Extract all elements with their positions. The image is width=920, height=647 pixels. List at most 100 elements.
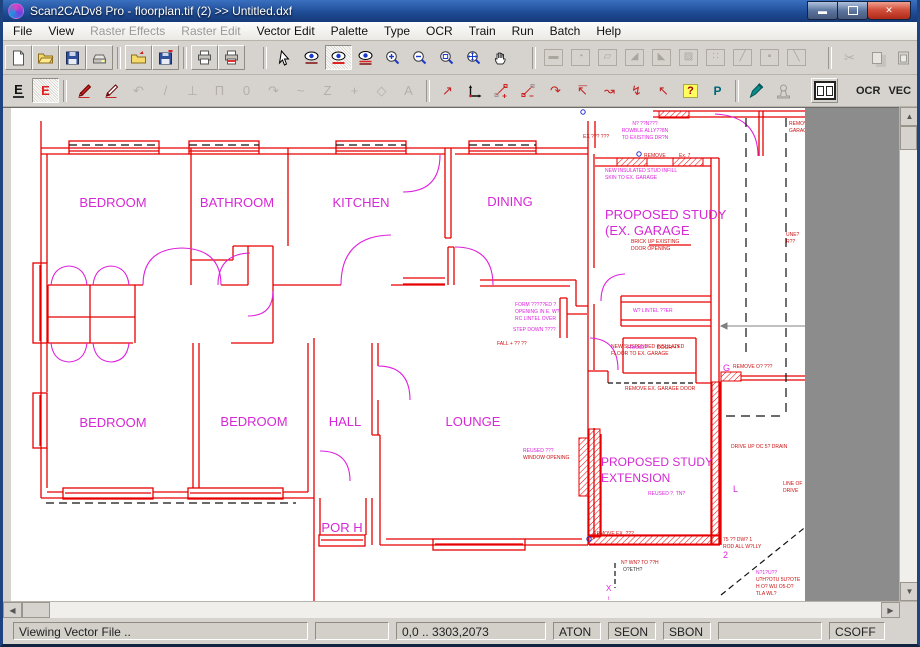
- room-label: KITCHEN: [332, 195, 389, 210]
- annotation-text: WINDOW OPENING: [523, 455, 569, 461]
- annotation-text: O?ETH?: [623, 567, 643, 573]
- horizontal-scrollbar[interactable]: ◀ ▶: [3, 601, 917, 618]
- annotation-text: SKIN TO EX. GARAGE: [605, 175, 658, 181]
- cut-button: ✂: [836, 45, 863, 70]
- close-button[interactable]: ✕: [867, 1, 911, 20]
- stamp-button: [770, 78, 797, 103]
- room-label: BATHROOM: [200, 195, 274, 210]
- view-vector-button[interactable]: [352, 45, 379, 70]
- menu-item-batch[interactable]: Batch: [542, 23, 589, 39]
- pan-tool-button[interactable]: [487, 45, 514, 70]
- menu-item-view[interactable]: View: [40, 23, 82, 39]
- ocr-e-active-button[interactable]: E: [32, 78, 59, 103]
- draw-pencil-button[interactable]: [71, 78, 98, 103]
- edit-line-button[interactable]: ↗: [434, 78, 461, 103]
- open-file-button[interactable]: [32, 45, 59, 70]
- menu-item-file[interactable]: File: [5, 23, 40, 39]
- annotation-text: FALL + ?? ??: [497, 341, 527, 347]
- horizontal-scroll-thumb[interactable]: [22, 602, 50, 618]
- zoom-out-button[interactable]: [406, 45, 433, 70]
- pick-point-button[interactable]: P: [704, 78, 731, 103]
- print-raster-button[interactable]: [218, 45, 245, 70]
- title-bar[interactable]: Scan2CADv8 Pro - floorplan.tif (2) >> Un…: [3, 0, 917, 22]
- open-raster-button[interactable]: [125, 45, 152, 70]
- zoom-extents-button[interactable]: [460, 45, 487, 70]
- annotation-text: FORM ?????ED ?: [515, 302, 556, 308]
- menu-item-vector-edit[interactable]: Vector Edit: [249, 23, 323, 39]
- raster-effect-button: ◣: [648, 45, 675, 70]
- menu-item-help[interactable]: Help: [588, 23, 629, 39]
- arc-node-button[interactable]: ↸: [569, 78, 596, 103]
- print-button[interactable]: [191, 45, 218, 70]
- menu-item-ocr[interactable]: OCR: [418, 23, 461, 39]
- annotation-text: N?1?U??: [756, 570, 777, 576]
- zoom-in-button[interactable]: [379, 45, 406, 70]
- arc-move-button[interactable]: ↖: [650, 78, 677, 103]
- annotation-text: RC LINTEL OVER: [515, 316, 556, 322]
- room-label: LOUNGE: [446, 414, 501, 429]
- save-raster-button[interactable]: [152, 45, 179, 70]
- arc-tool-button: ↷: [260, 78, 287, 103]
- zoom-window-button[interactable]: [433, 45, 460, 70]
- menu-item-train[interactable]: Train: [461, 23, 504, 39]
- arc-add-button[interactable]: ↝: [596, 78, 623, 103]
- annotation-text: UNE?: [786, 232, 800, 238]
- annotation-text: W? LINTEL ??ER: [633, 308, 673, 314]
- raster-effect-button: ∷: [702, 45, 729, 70]
- minimize-button[interactable]: ▬: [807, 1, 838, 20]
- scroll-right-arrow[interactable]: ▶: [881, 602, 900, 618]
- move-node-button[interactable]: [461, 78, 488, 103]
- edit-arc-button[interactable]: ↷: [542, 78, 569, 103]
- vec-mode-button[interactable]: VEC: [888, 85, 911, 97]
- delete-node-button[interactable]: [515, 78, 542, 103]
- menu-item-run[interactable]: Run: [504, 23, 542, 39]
- annotation-text: REMOVE EX. GARAGE DOOR: [625, 386, 696, 392]
- color-picker-button[interactable]: [743, 78, 770, 103]
- annotation-text: BRICK UP EXISTING: [631, 239, 679, 245]
- ocr-e-button[interactable]: E: [5, 78, 32, 103]
- annotation-text: G: [723, 363, 730, 373]
- arc-del-button[interactable]: ↯: [623, 78, 650, 103]
- pointer-tool-button[interactable]: [271, 45, 298, 70]
- annotation-text: TO EXISTING DR?N: [622, 135, 669, 141]
- scroll-left-arrow[interactable]: ◀: [3, 602, 22, 618]
- floorplan-sheet[interactable]: BEDROOM BATHROOM KITCHEN DINING PROPOSED STU…: [11, 108, 811, 601]
- add-node-button[interactable]: [488, 78, 515, 103]
- annotation-text: OPENING IN E. W?: [515, 309, 560, 315]
- save-file-button[interactable]: [59, 45, 86, 70]
- menu-item-palette[interactable]: Palette: [323, 23, 376, 39]
- raster-effect-button: ╱: [729, 45, 756, 70]
- vertical-scrollbar[interactable]: ▲ ▼: [899, 107, 917, 601]
- annotation-text: t: [608, 596, 610, 601]
- annotation-text: TLA WL?: [756, 591, 777, 597]
- scan-button[interactable]: [86, 45, 113, 70]
- scroll-up-arrow[interactable]: ▲: [900, 107, 917, 126]
- maximize-button[interactable]: [837, 1, 868, 20]
- view-both-button[interactable]: [325, 45, 352, 70]
- tile-windows-button[interactable]: [811, 78, 838, 103]
- circle-tool-button: 0: [233, 78, 260, 103]
- menu-item-raster-edit: Raster Edit: [181, 24, 241, 38]
- query-entity-button[interactable]: ?: [677, 78, 704, 103]
- room-label: PROPOSED STUDY: [605, 207, 727, 222]
- scroll-down-arrow[interactable]: ▼: [900, 582, 917, 601]
- floorplan-drawing: BEDROOM BATHROOM KITCHEN DINING PROPOSED STU…: [32, 109, 811, 601]
- erase-pencil-button[interactable]: [98, 78, 125, 103]
- polygon-tool-button: ◇: [368, 78, 395, 103]
- annotation-text: REMOVE EX. ???: [593, 531, 634, 537]
- menu-item-type[interactable]: Type: [376, 23, 418, 39]
- annotation-text: FLOOR TO EX. GARAGE: [611, 351, 669, 357]
- new-file-button[interactable]: [5, 45, 32, 70]
- annotation-text: GARAGE: [789, 128, 805, 134]
- ocr-mode-button[interactable]: OCR: [856, 85, 880, 97]
- vertical-scroll-thumb[interactable]: [900, 126, 917, 150]
- point-tool-button: +: [341, 78, 368, 103]
- view-raster-button[interactable]: [298, 45, 325, 70]
- toolbar-vector: E E ↶ / ⊥ Π 0 ↷ ~ Z + ◇ A ↗ ↷ ↸ ↝ ↯ ↖ ? …: [3, 75, 917, 107]
- drawing-viewport[interactable]: BEDROOM BATHROOM KITCHEN DINING PROPOSED STU…: [3, 107, 899, 601]
- raster-effect-button: ▱: [594, 45, 621, 70]
- scrollbar-corner: [900, 602, 917, 618]
- annotation-text: 2: [723, 550, 728, 560]
- raster-effect-button: ╲: [783, 45, 810, 70]
- room-label: HALL: [329, 414, 362, 429]
